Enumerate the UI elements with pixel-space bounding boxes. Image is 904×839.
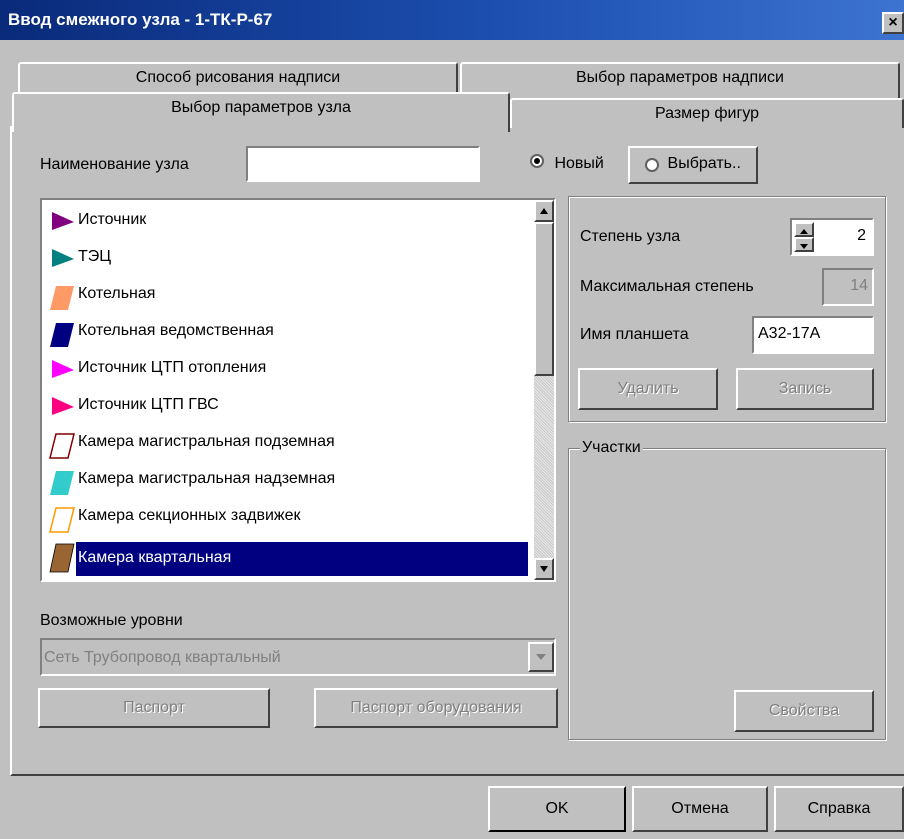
triangle-icon <box>52 212 74 230</box>
scroll-down-button[interactable] <box>534 558 554 580</box>
arrow-down-icon <box>800 244 808 249</box>
radio-new-label: Новый <box>554 155 604 172</box>
max-degree-value: 14 <box>850 277 868 294</box>
tablet-value: А32-17А <box>758 325 821 342</box>
levels-dropdown-button[interactable] <box>528 642 554 672</box>
list-item-label: Источник ЦТП ГВС <box>78 396 219 413</box>
list-item[interactable]: Источник <box>46 204 526 238</box>
radio-select-indicator[interactable] <box>645 158 660 172</box>
spin-down-button[interactable] <box>794 237 814 252</box>
list-item[interactable]: Камера магистральная надземная <box>46 463 526 497</box>
sections-label: Участки <box>580 439 643 457</box>
radio-select-button[interactable]: Выбрать.. <box>628 146 758 184</box>
max-degree-field: 14 <box>822 268 874 306</box>
arrow-down-icon <box>540 566 548 572</box>
scroll-up-button[interactable] <box>534 200 554 222</box>
list-item[interactable]: Котельная <box>46 278 526 312</box>
tab-label: Размер фигур <box>654 105 760 122</box>
tab-label: Способ рисования надписи <box>135 69 341 86</box>
properties-button[interactable]: Свойства <box>734 690 874 732</box>
list-item-label: Камера магистральная надземная <box>78 470 336 487</box>
list-scrollbar[interactable] <box>534 200 554 580</box>
rhombus-icon <box>50 323 74 347</box>
radio-select-label: Выбрать.. <box>667 155 741 172</box>
spin-up-button[interactable] <box>794 222 814 237</box>
triangle-icon <box>52 249 74 267</box>
radio-new-indicator[interactable] <box>530 154 544 168</box>
degree-label: Степень узла <box>580 228 681 245</box>
levels-select[interactable]: Сеть Трубопровод квартальный <box>40 638 556 676</box>
list-item-label: Источник ЦТП отопления <box>78 359 267 376</box>
close-icon: × <box>888 14 898 31</box>
list-item-label: Камера магистральная подземная <box>78 433 335 450</box>
ok-button[interactable]: OK <box>488 786 626 832</box>
list-item[interactable]: Котельная ведомственная <box>46 315 526 349</box>
delete-button[interactable]: Удалить <box>578 368 718 410</box>
degree-stepper[interactable]: 2 <box>790 218 874 256</box>
list-item-label: Котельная ведомственная <box>78 322 274 339</box>
levels-label: Возможные уровни <box>40 612 183 629</box>
arrow-up-icon <box>540 208 548 214</box>
triangle-icon <box>52 397 74 415</box>
rhombus-icon <box>49 543 75 573</box>
list-item-label: ТЭЦ <box>78 248 112 265</box>
node-name-label: Наименование узла <box>40 156 189 173</box>
list-item[interactable]: Камера секционных задвижек <box>46 500 526 534</box>
scroll-thumb[interactable] <box>534 222 554 376</box>
list-item[interactable]: Источник ЦТП ГВС <box>46 389 526 423</box>
list-item[interactable]: Источник ЦТП отопления <box>46 352 526 386</box>
degree-spin-buttons[interactable] <box>794 222 814 252</box>
rhombus-outline-icon <box>49 433 75 459</box>
radio-new[interactable]: Новый <box>530 154 604 173</box>
record-button[interactable]: Запись <box>736 368 874 410</box>
triangle-icon <box>52 360 74 378</box>
degree-value: 2 <box>857 227 866 244</box>
rhombus-icon <box>50 286 74 310</box>
tab-label: Выбор параметров надписи <box>576 69 784 86</box>
list-item-selected[interactable]: Камера квартальная <box>76 542 528 576</box>
help-button[interactable]: Справка <box>774 786 904 832</box>
list-item[interactable]: Камера магистральная подземная <box>46 426 526 460</box>
chevron-down-icon <box>536 654 546 660</box>
rhombus-icon <box>50 471 74 495</box>
max-degree-label: Максимальная степень <box>580 278 754 295</box>
list-item-label: Камера секционных задвижек <box>78 507 301 524</box>
title-bar: Ввод смежного узла - 1-ТК-Р-67 × <box>0 0 904 40</box>
list-item-label: Котельная <box>78 285 156 302</box>
node-type-list[interactable]: Источник ТЭЦ Котельная Котельная ведомст… <box>40 198 556 582</box>
rhombus-outline-icon <box>49 507 75 533</box>
node-name-input[interactable] <box>246 146 480 182</box>
tab-label-params[interactable]: Выбор параметров надписи <box>460 62 900 98</box>
list-item[interactable]: ТЭЦ <box>46 241 526 275</box>
list-item-label: Камера квартальная <box>78 549 232 566</box>
tablet-label: Имя планшета <box>580 326 689 343</box>
equipment-passport-button[interactable]: Паспорт оборудования <box>314 688 558 728</box>
arrow-up-icon <box>800 229 808 234</box>
levels-selected-value: Сеть Трубопровод квартальный <box>44 649 281 666</box>
window-title: Ввод смежного узла - 1-ТК-Р-67 <box>8 10 273 29</box>
tab-figure-size[interactable]: Размер фигур <box>510 98 904 128</box>
tab-node-params[interactable]: Выбор параметров узла <box>12 92 510 132</box>
list-item-label: Источник <box>78 211 147 228</box>
tab-label: Выбор параметров узла <box>171 99 351 116</box>
passport-button[interactable]: Паспорт <box>38 688 270 728</box>
close-button[interactable]: × <box>882 12 904 34</box>
cancel-button[interactable]: Отмена <box>632 786 768 832</box>
tablet-input[interactable]: А32-17А <box>752 316 874 354</box>
